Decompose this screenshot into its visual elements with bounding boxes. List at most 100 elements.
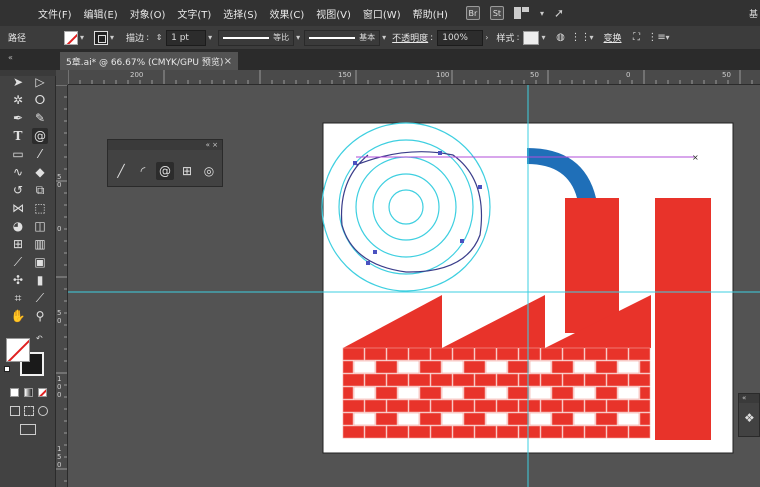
brick[interactable] bbox=[375, 386, 398, 400]
brick[interactable] bbox=[639, 360, 651, 374]
brick[interactable] bbox=[441, 360, 464, 374]
chimney-right[interactable] bbox=[655, 198, 711, 440]
curvature-tool-icon[interactable]: ✎ bbox=[32, 110, 48, 126]
brick[interactable] bbox=[452, 373, 475, 387]
brick[interactable] bbox=[463, 412, 486, 426]
brick[interactable] bbox=[364, 347, 387, 361]
brick[interactable] bbox=[342, 425, 365, 439]
brick[interactable] bbox=[529, 386, 552, 400]
brick-wall[interactable] bbox=[342, 347, 651, 439]
gpu-performance-icon[interactable]: ➚ bbox=[554, 6, 564, 20]
arrange-documents-icon[interactable] bbox=[513, 7, 530, 19]
eyedropper-tool-icon[interactable]: ⟋ bbox=[10, 254, 26, 270]
brick[interactable] bbox=[595, 412, 618, 426]
brick[interactable] bbox=[419, 386, 442, 400]
brick[interactable] bbox=[606, 425, 629, 439]
stroke-swatch[interactable] bbox=[94, 30, 109, 45]
brick[interactable] bbox=[375, 412, 398, 426]
fill-stroke-widget[interactable]: ↶ bbox=[4, 334, 48, 380]
chevron-down-icon[interactable]: ▾ bbox=[540, 9, 544, 18]
rectangular-grid-tool-icon[interactable]: ⊞ bbox=[178, 162, 196, 180]
brick[interactable] bbox=[441, 412, 464, 426]
chevron-down-icon[interactable]: ▾ bbox=[382, 33, 386, 42]
brick[interactable] bbox=[639, 412, 651, 426]
brick[interactable] bbox=[386, 399, 409, 413]
brick[interactable] bbox=[430, 347, 453, 361]
brick[interactable] bbox=[595, 360, 618, 374]
brick[interactable] bbox=[386, 347, 409, 361]
brick[interactable] bbox=[485, 412, 508, 426]
brick[interactable] bbox=[430, 425, 453, 439]
menu-help[interactable]: 帮助(H) bbox=[407, 6, 454, 21]
menu-object[interactable]: 对象(O) bbox=[124, 6, 172, 21]
menu-select[interactable]: 选择(S) bbox=[217, 6, 263, 21]
brush-definition[interactable]: 基本 bbox=[304, 29, 381, 46]
chevron-down-icon[interactable]: ▾ bbox=[541, 33, 545, 42]
brick[interactable] bbox=[617, 412, 640, 426]
brick[interactable] bbox=[551, 360, 574, 374]
recolor-artwork-icon[interactable]: ◍ bbox=[554, 31, 568, 45]
brick[interactable] bbox=[496, 399, 519, 413]
stock-button[interactable]: St bbox=[489, 6, 504, 20]
brick[interactable] bbox=[562, 347, 585, 361]
brick[interactable] bbox=[397, 386, 420, 400]
line-segment-tool-icon[interactable]: ╱ bbox=[112, 162, 130, 180]
gradient-tool-icon[interactable]: ▥ bbox=[32, 236, 48, 252]
dock-header[interactable]: « bbox=[739, 394, 759, 403]
gradient-mode-icon[interactable] bbox=[24, 388, 33, 397]
align-icon[interactable]: ⋮⋮ bbox=[571, 31, 591, 45]
brick[interactable] bbox=[518, 373, 541, 387]
brick[interactable] bbox=[408, 347, 431, 361]
brick[interactable] bbox=[562, 399, 585, 413]
brick[interactable] bbox=[518, 425, 541, 439]
brick[interactable] bbox=[474, 425, 497, 439]
brick[interactable] bbox=[386, 373, 409, 387]
screen-mode-icon[interactable] bbox=[20, 424, 36, 435]
draw-normal-icon[interactable] bbox=[10, 406, 20, 416]
brick[interactable] bbox=[353, 386, 376, 400]
magic-wand-tool-icon[interactable]: ✲ bbox=[10, 92, 26, 108]
brick[interactable] bbox=[375, 360, 398, 374]
blend-tool-icon[interactable]: ▣ bbox=[32, 254, 48, 270]
variable-width-profile[interactable]: 等比 bbox=[218, 29, 295, 46]
brick[interactable] bbox=[452, 425, 475, 439]
rotate-tool-icon[interactable]: ↺ bbox=[10, 182, 26, 198]
free-transform-tool-icon[interactable]: ⬚ bbox=[32, 200, 48, 216]
mesh-tool-icon[interactable]: ⊞ bbox=[10, 236, 26, 252]
brick[interactable] bbox=[628, 347, 651, 361]
pen-tool-icon[interactable]: ✒ bbox=[10, 110, 26, 126]
symbol-sprayer-tool-icon[interactable]: ✣ bbox=[10, 272, 26, 288]
document-tab[interactable]: 5章.ai* @ 66.67% (CMYK/GPU 预览) × bbox=[60, 52, 238, 70]
brick[interactable] bbox=[474, 373, 497, 387]
brick[interactable] bbox=[342, 360, 354, 374]
none-mode-icon[interactable] bbox=[38, 388, 47, 397]
brick[interactable] bbox=[452, 399, 475, 413]
chimney-left[interactable] bbox=[565, 198, 619, 333]
line-tools-tearoff-panel[interactable]: « × ╱ ◜ @ ⊞ ◎ bbox=[107, 139, 223, 187]
column-graph-tool-icon[interactable]: ▮ bbox=[32, 272, 48, 288]
stroke-label[interactable]: 描边 bbox=[126, 31, 144, 44]
draw-behind-icon[interactable] bbox=[24, 406, 34, 416]
brick[interactable] bbox=[540, 425, 563, 439]
draw-inside-icon[interactable] bbox=[38, 406, 48, 416]
scale-tool-icon[interactable]: ⧉ bbox=[32, 182, 48, 198]
direct-selection-tool-icon[interactable]: ▷ bbox=[32, 74, 48, 90]
chevron-down-icon[interactable]: ▾ bbox=[208, 33, 212, 42]
brick[interactable] bbox=[518, 347, 541, 361]
polar-grid-tool-icon[interactable]: ◎ bbox=[200, 162, 218, 180]
brick[interactable] bbox=[540, 373, 563, 387]
brick[interactable] bbox=[496, 347, 519, 361]
layers-panel-dock[interactable]: « ❖ bbox=[738, 393, 760, 437]
brick[interactable] bbox=[364, 425, 387, 439]
brick[interactable] bbox=[606, 373, 629, 387]
perspective-grid-tool-icon[interactable]: ◫ bbox=[32, 218, 48, 234]
brick[interactable] bbox=[529, 412, 552, 426]
graphic-style-swatch[interactable] bbox=[523, 30, 540, 45]
brick[interactable] bbox=[408, 373, 431, 387]
brick[interactable] bbox=[562, 425, 585, 439]
chevron-down-icon[interactable]: ▾ bbox=[296, 33, 300, 42]
brick[interactable] bbox=[606, 399, 629, 413]
brick[interactable] bbox=[518, 399, 541, 413]
transform-label[interactable]: 变换 bbox=[604, 31, 622, 44]
bridge-button[interactable]: Br bbox=[465, 6, 480, 20]
